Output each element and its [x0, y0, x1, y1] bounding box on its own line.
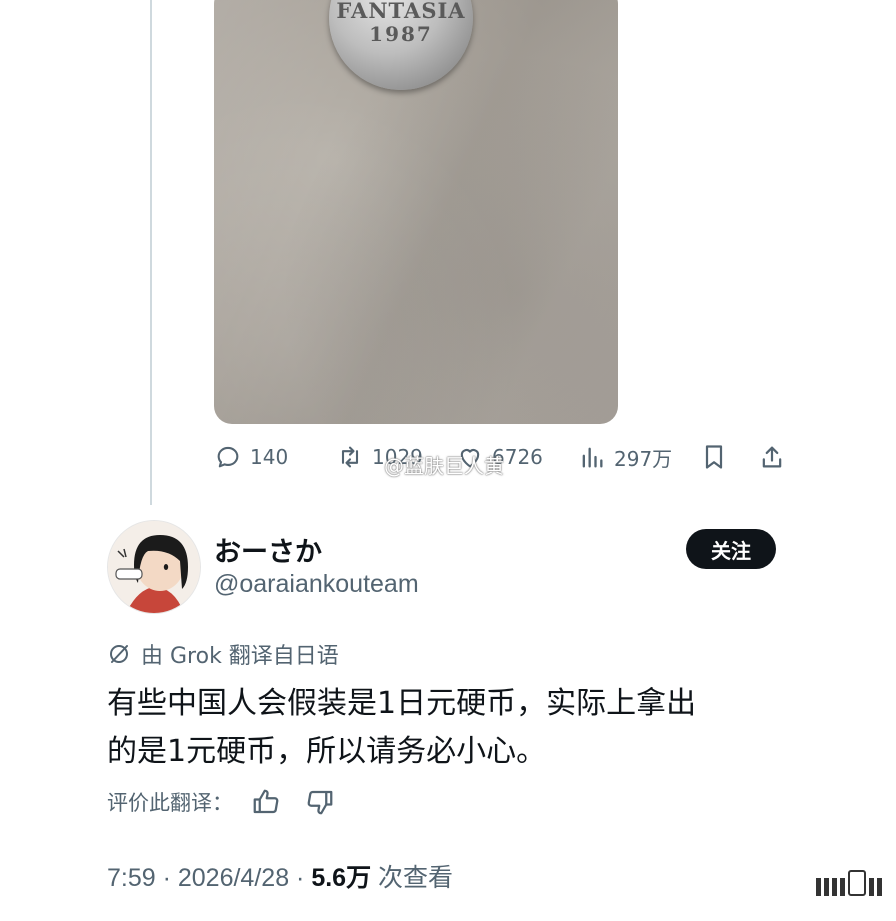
analytics-icon — [582, 447, 603, 468]
views-button[interactable]: 297万 — [578, 440, 672, 474]
tweet-meta: 7:59 · 2026/4/28 · 5.6万 次查看 — [107, 858, 453, 894]
tweet-action-bar: 140 1029 6726 297万 — [214, 440, 794, 474]
avatar[interactable] — [107, 520, 201, 614]
watermark-bars — [816, 870, 882, 896]
share-button[interactable] — [758, 440, 786, 474]
reply-count: 140 — [250, 445, 289, 469]
tweet-line: 有些中国人会假装是1日元硬币，实际上拿出 — [107, 686, 697, 721]
user-handle[interactable]: @oaraiankouteam — [214, 570, 419, 599]
tweet-photo[interactable]: FANTASIA 1987 — [214, 0, 618, 424]
rate-translation: 评价此翻译： — [107, 784, 335, 820]
coin-year: 1987 — [369, 22, 433, 46]
thread-connector-line — [150, 0, 152, 505]
tweet-timestamp[interactable]: 7:59 · 2026/4/28 · — [107, 864, 311, 892]
coin-text: FANTASIA — [336, 0, 466, 23]
tweet-text: 有些中国人会假装是1日元硬币，实际上拿出 的是1元硬币，所以请务必小心。 — [107, 680, 807, 776]
avatar-illustration — [108, 521, 200, 613]
reply-icon — [217, 446, 239, 468]
grok-icon — [110, 645, 128, 663]
tweet-line: 的是1元硬币，所以请务必小心。 — [107, 734, 547, 769]
view-suffix: 次查看 — [371, 864, 454, 892]
thumbs-down-icon[interactable] — [305, 787, 335, 817]
translation-note: 由 Grok 翻译自日语 — [141, 644, 339, 669]
share-icon — [762, 446, 782, 468]
views-count: 297万 — [614, 446, 673, 471]
watermark-text: @蓝肤巨人黄 — [384, 454, 504, 478]
rate-label: 评价此翻译： — [107, 791, 233, 815]
display-name[interactable]: おーさか — [214, 530, 322, 569]
bookmark-icon — [705, 445, 723, 469]
reply-button[interactable]: 140 — [214, 440, 288, 474]
translation-notice: 由 Grok 翻译自日语 — [107, 638, 339, 670]
view-count: 5.6万 — [311, 864, 372, 892]
retweet-icon — [341, 446, 359, 468]
follow-button[interactable]: 关注 — [686, 529, 776, 569]
bookmark-button[interactable] — [700, 440, 728, 474]
thumbs-up-icon[interactable] — [251, 787, 281, 817]
